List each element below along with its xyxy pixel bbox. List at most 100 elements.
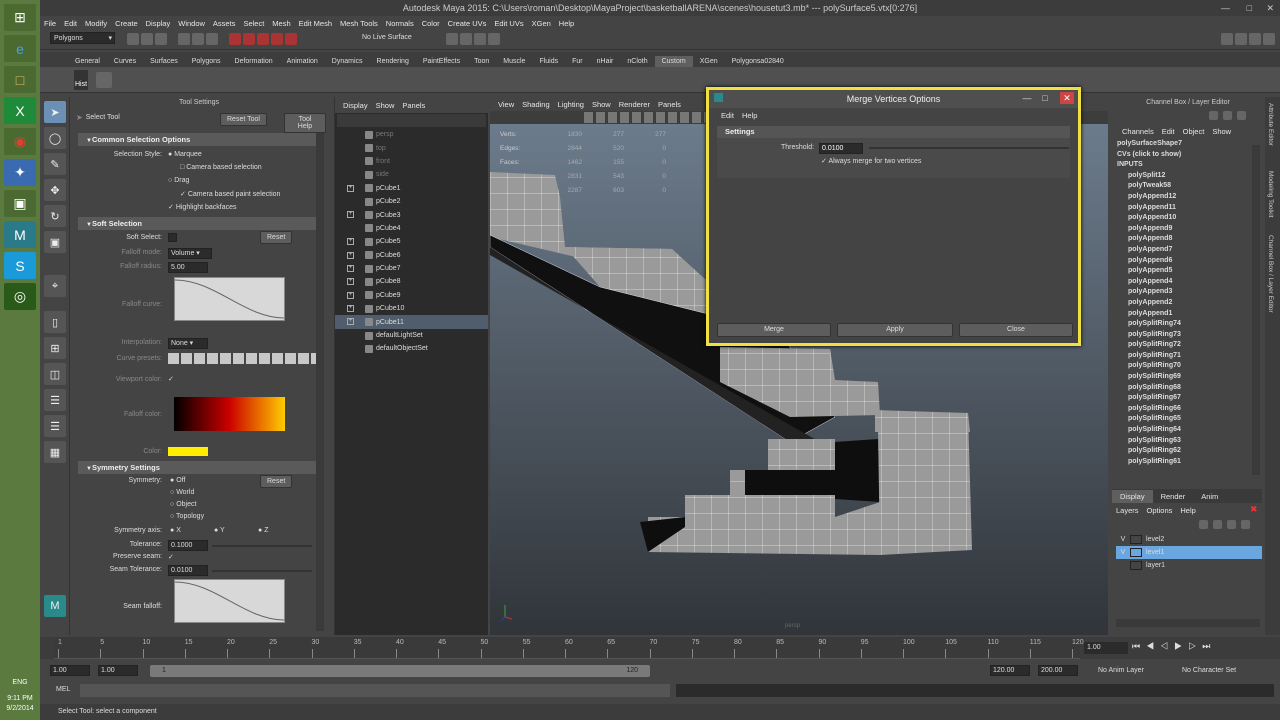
dialog-close-icon[interactable]: ✕	[1060, 92, 1074, 104]
explorer-icon[interactable]: □	[4, 66, 36, 93]
menu-mesh[interactable]: Mesh	[268, 19, 294, 28]
step-forward-icon[interactable]: ▷	[1188, 641, 1202, 651]
cb-input-node[interactable]: polySplitRing67	[1117, 393, 1264, 404]
shelf-tab-painteffects[interactable]: PaintEffects	[416, 56, 467, 67]
soft-select-checkbox[interactable]	[168, 233, 177, 242]
layout-hypershade-icon[interactable]: ▦	[44, 441, 66, 463]
cb-input-node[interactable]: polyAppend6	[1117, 256, 1264, 267]
show-channel-box-icon[interactable]	[1249, 33, 1261, 45]
expand-icon[interactable]: +	[347, 184, 354, 192]
threshold-slider[interactable]	[869, 147, 1069, 149]
expand-icon[interactable]: +	[347, 251, 354, 259]
layer-editor-icon[interactable]	[1223, 111, 1232, 120]
layer-menu-help[interactable]: Help	[1176, 506, 1199, 515]
shelf-tab-curves[interactable]: Curves	[107, 56, 143, 67]
go-to-end-icon[interactable]: ⏭	[1202, 641, 1216, 651]
shelf-tab-polygons[interactable]: Polygons	[185, 56, 228, 67]
show-attribute-editor-icon[interactable]	[1221, 33, 1233, 45]
cb-input-node[interactable]: polySplitRing61	[1117, 457, 1264, 468]
shelf-tab-general[interactable]: General	[68, 56, 107, 67]
hypershade-icon[interactable]	[488, 33, 500, 45]
cb-menu-channels[interactable]: Channels	[1118, 127, 1158, 136]
character-set-dropdown[interactable]: No Character Set	[1182, 667, 1236, 674]
outliner-item[interactable]: + pCube3	[335, 208, 488, 221]
layer-row[interactable]: Vlevel1	[1116, 546, 1262, 559]
maximize-icon[interactable]: □	[1247, 0, 1252, 16]
shelf-tab-fluids[interactable]: Fluids	[532, 56, 565, 67]
cb-input-node[interactable]: polySplitRing70	[1117, 361, 1264, 372]
range-end-field[interactable]: 200.00	[1038, 665, 1078, 676]
shelf-tool-icon[interactable]	[96, 72, 112, 88]
expand-icon[interactable]: +	[347, 264, 354, 272]
menu-assets[interactable]: Assets	[209, 19, 240, 28]
interpolation-dropdown[interactable]: None ▾	[168, 338, 208, 349]
select-tool-icon[interactable]: ➤	[44, 101, 66, 123]
anim-layer-dropdown[interactable]: No Anim Layer	[1098, 667, 1144, 674]
cb-input-node[interactable]: polySplitRing63	[1117, 436, 1264, 447]
cb-input-node[interactable]: polySplitRing69	[1117, 372, 1264, 383]
cb-input-node[interactable]: polyAppend4	[1117, 277, 1264, 288]
expand-icon[interactable]: +	[347, 278, 354, 286]
cb-input-node[interactable]: polyAppend12	[1117, 192, 1264, 203]
menu-edit-uvs[interactable]: Edit UVs	[490, 19, 527, 28]
shelf-tab-polygonsa02840[interactable]: Polygonsa02840	[725, 56, 791, 67]
drag-radio[interactable]: ○ Drag	[168, 177, 189, 184]
layer-editor-scrollbar[interactable]	[1116, 619, 1260, 627]
cb-menu-object[interactable]: Object	[1179, 127, 1209, 136]
reset-tool-button[interactable]: Reset Tool	[220, 113, 267, 126]
outliner-item[interactable]: front	[335, 155, 488, 168]
ie-icon[interactable]: e	[4, 35, 36, 62]
soft-selection-section[interactable]: Soft Selection	[78, 217, 320, 230]
channel-box-icon[interactable]	[1209, 111, 1218, 120]
play-forward-icon[interactable]: ▶	[1174, 641, 1188, 651]
move-layer-down-icon[interactable]	[1241, 520, 1250, 529]
outliner-item[interactable]: pCube2	[335, 195, 488, 208]
show-manipulator-icon[interactable]: ⌖	[44, 275, 66, 297]
snap-curve-icon[interactable]	[243, 33, 256, 45]
shelf-tab-animation[interactable]: Animation	[280, 56, 325, 67]
chrome-icon[interactable]: ◉	[4, 128, 36, 155]
preserve-seam-checkbox[interactable]: ✓	[168, 553, 174, 561]
cb-input-node[interactable]: polySplitRing64	[1117, 425, 1264, 436]
cb-object-name[interactable]: polySurfaceShape7	[1117, 139, 1264, 150]
layer-menu-layers[interactable]: Layers	[1112, 506, 1143, 515]
menu-file[interactable]: File	[40, 19, 60, 28]
cb-input-node[interactable]: polyAppend1	[1117, 309, 1264, 320]
menu-display[interactable]: Display	[142, 19, 175, 28]
layer-tab-render[interactable]: Render	[1153, 490, 1194, 503]
outliner-menu-show[interactable]: Show	[372, 101, 399, 110]
both-panels-icon[interactable]	[1237, 111, 1246, 120]
time-slider[interactable]: 1 5 10 15 20 25 30 35 40 45 50 55 60 65 70 75 80 85 90 95 10…	[40, 637, 1280, 659]
menu-normals[interactable]: Normals	[382, 19, 418, 28]
new-layer-from-selected-icon[interactable]	[1213, 520, 1222, 529]
expand-icon[interactable]: +	[347, 291, 354, 299]
new-scene-icon[interactable]	[127, 33, 139, 45]
menu-create[interactable]: Create	[111, 19, 142, 28]
select-object-icon[interactable]	[192, 33, 205, 45]
move-tool-icon[interactable]: ✥	[44, 179, 66, 201]
falloff-mode-dropdown[interactable]: Volume ▾	[168, 248, 212, 259]
close-icon[interactable]: ✕	[1266, 0, 1274, 16]
cb-input-node[interactable]: polyAppend10	[1117, 213, 1264, 224]
layer-visibility-toggle[interactable]: V	[1116, 549, 1130, 556]
app-icon[interactable]: ✦	[4, 159, 36, 186]
cb-menu-show[interactable]: Show	[1208, 127, 1235, 136]
snap-live-icon[interactable]	[285, 33, 298, 45]
system-clock[interactable]: ENG 9:11 PM 9/2/2014	[0, 678, 40, 714]
save-scene-icon[interactable]	[155, 33, 167, 45]
cb-input-node[interactable]: polyAppend9	[1117, 224, 1264, 235]
menu-mesh-tools[interactable]: Mesh Tools	[336, 19, 382, 28]
step-back-icon[interactable]: ◀	[1146, 641, 1160, 651]
falloff-curve-graph[interactable]	[174, 277, 285, 321]
delete-layer-icon[interactable]: ✖	[1250, 504, 1258, 515]
snap-plane-icon[interactable]	[271, 33, 284, 45]
dialog-menu-help[interactable]: Help	[738, 111, 761, 120]
outliner-item[interactable]: side	[335, 168, 488, 181]
minimize-icon[interactable]: —	[1221, 0, 1230, 16]
camera-icon[interactable]: ▣	[4, 190, 36, 217]
cb-input-node[interactable]: polyAppend3	[1117, 287, 1264, 298]
channel-box-scrollbar[interactable]	[1252, 145, 1260, 475]
layer-tab-anim[interactable]: Anim	[1193, 490, 1226, 503]
settings-section[interactable]: Settings	[717, 126, 1070, 138]
tool-help-button[interactable]: Tool Help	[284, 113, 326, 133]
